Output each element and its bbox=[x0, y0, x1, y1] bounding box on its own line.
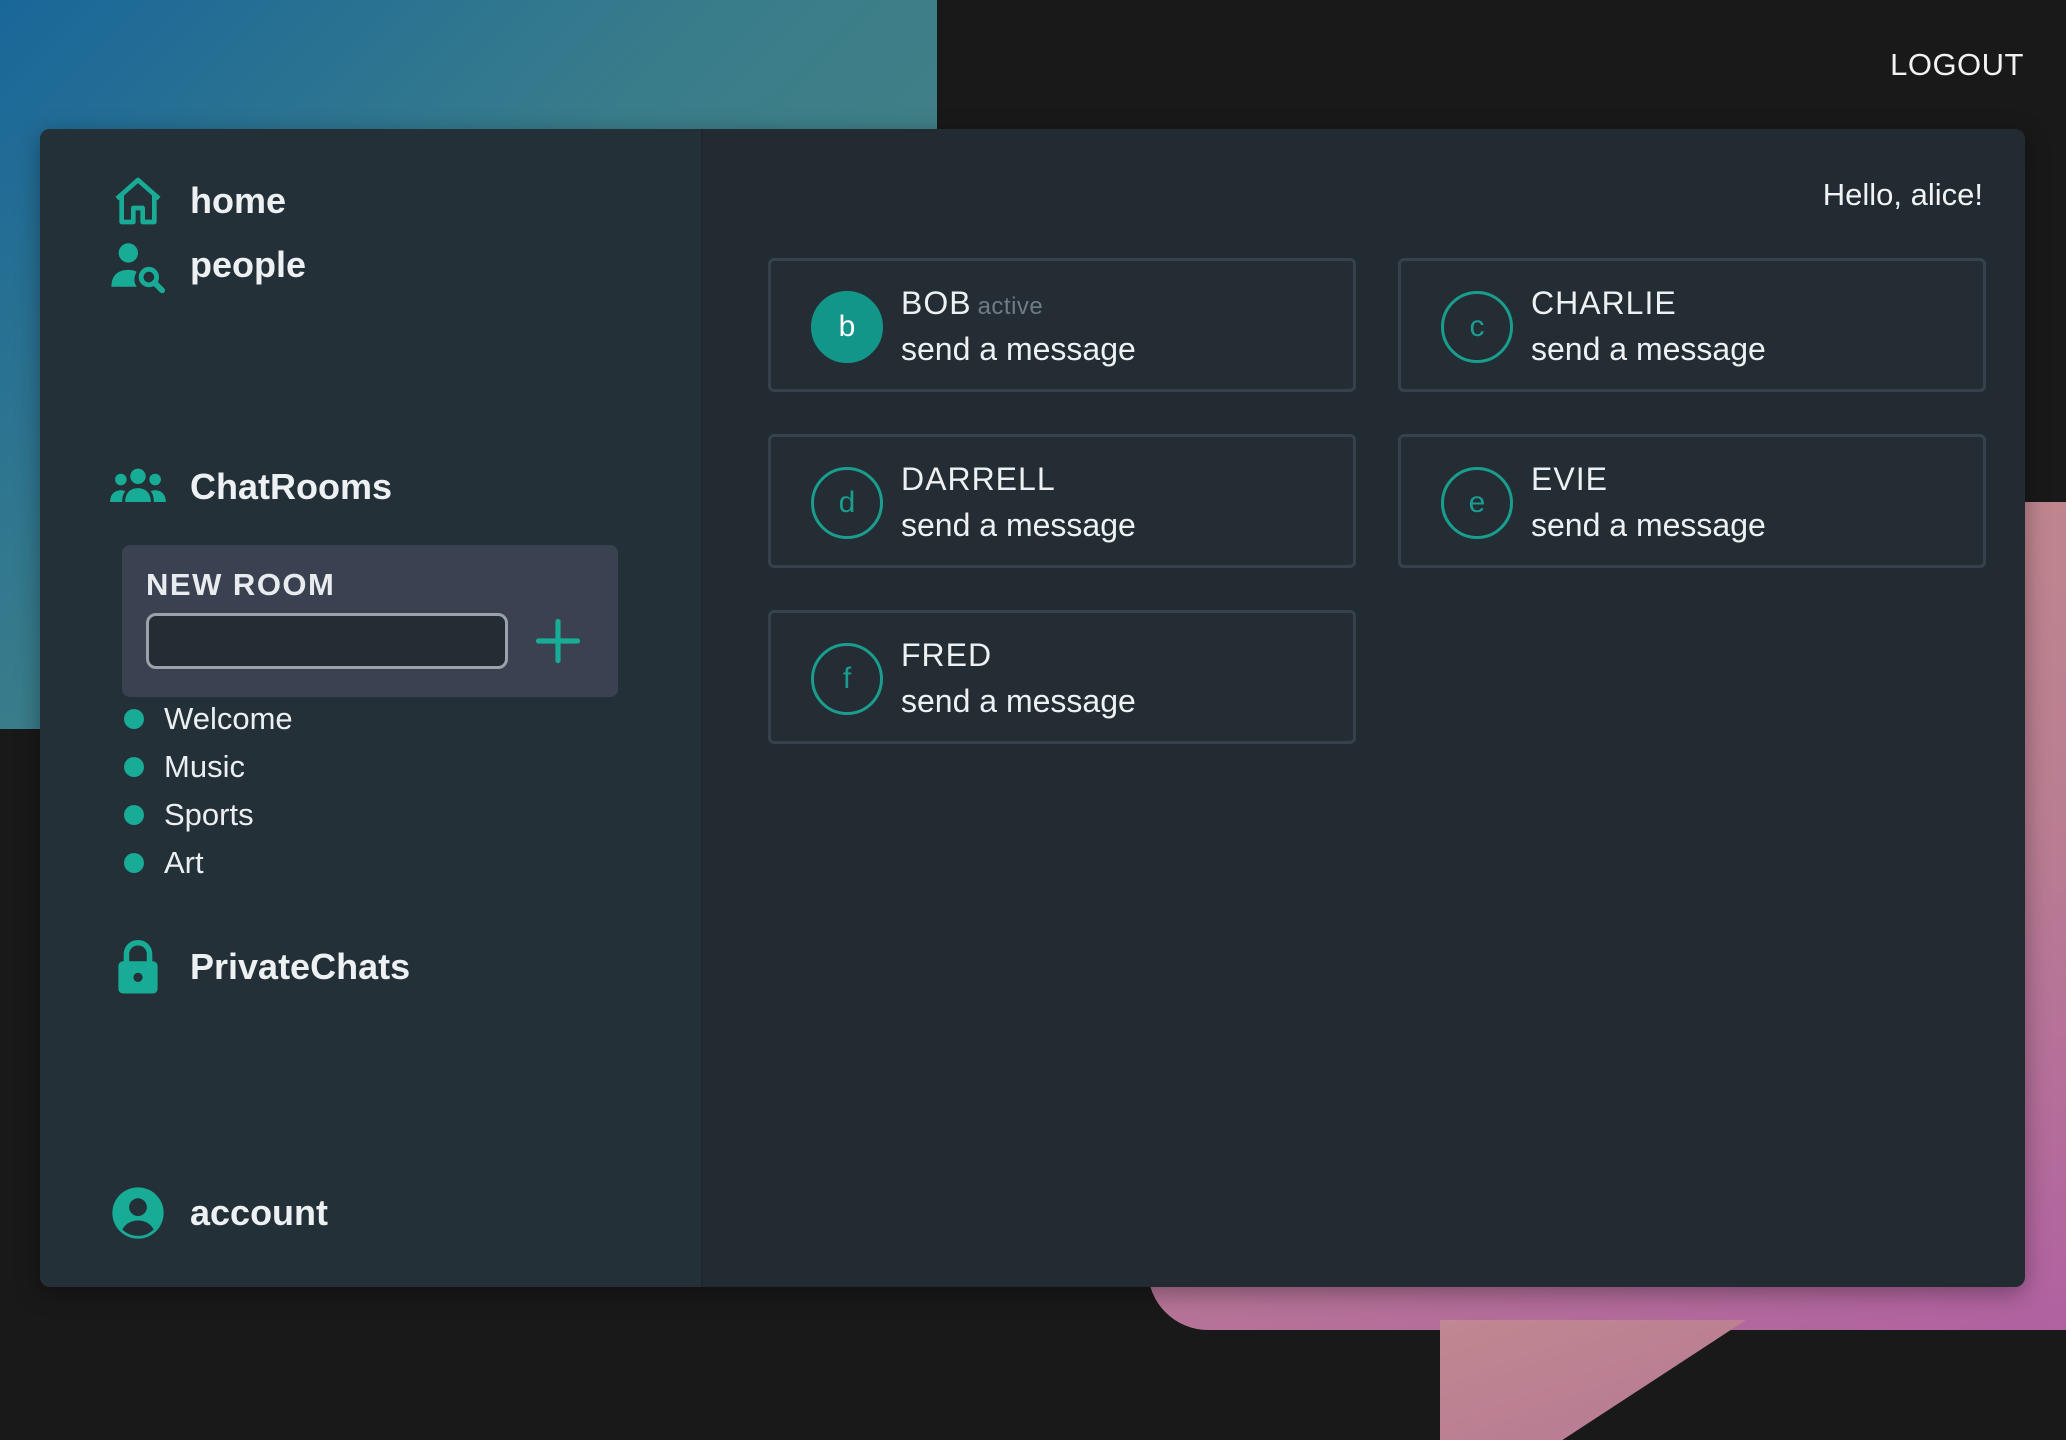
room-item-art[interactable]: Art bbox=[122, 839, 293, 887]
user-card-darrell[interactable]: d DARRELL send a message bbox=[768, 434, 1356, 568]
new-room-panel: NEW ROOM bbox=[122, 545, 618, 697]
send-message-link[interactable]: send a message bbox=[901, 683, 1136, 720]
send-message-link[interactable]: send a message bbox=[901, 507, 1136, 544]
user-status-badge: active bbox=[977, 293, 1044, 320]
room-label: Art bbox=[164, 845, 204, 880]
user-name: CHARLIE bbox=[1531, 285, 1677, 321]
room-item-music[interactable]: Music bbox=[122, 743, 293, 791]
plus-icon bbox=[535, 618, 581, 664]
nav-home-label: home bbox=[190, 180, 287, 221]
nav-people[interactable]: people bbox=[108, 235, 306, 295]
greeting-text: Hello, alice! bbox=[1822, 177, 1983, 212]
user-grid: b BOB active send a message c CHARLIE sen… bbox=[768, 258, 1986, 744]
user-avatar: e bbox=[1441, 467, 1513, 539]
send-message-link[interactable]: send a message bbox=[901, 331, 1136, 368]
room-dot-icon bbox=[124, 805, 144, 825]
room-dot-icon bbox=[124, 709, 144, 729]
user-card-charlie[interactable]: c CHARLIE send a message bbox=[1398, 258, 1986, 392]
room-dot-icon bbox=[124, 757, 144, 777]
user-card-bob[interactable]: b BOB active send a message bbox=[768, 258, 1356, 392]
nav-home[interactable]: home bbox=[108, 171, 286, 231]
user-name-row: DARRELL bbox=[901, 461, 1056, 498]
user-name: BOB bbox=[901, 285, 972, 321]
room-item-welcome[interactable]: Welcome bbox=[122, 695, 293, 743]
nav-people-label: people bbox=[190, 244, 307, 285]
new-room-input[interactable] bbox=[146, 613, 508, 669]
nav-private-chats-label: PrivateChats bbox=[190, 946, 411, 987]
room-dot-icon bbox=[124, 853, 144, 873]
user-avatar: d bbox=[811, 467, 883, 539]
home-icon bbox=[108, 171, 168, 231]
add-room-button[interactable] bbox=[532, 615, 584, 667]
sidebar: home people ChatRooms NEW ROOM Welcome M… bbox=[40, 129, 703, 1287]
people-search-icon bbox=[108, 235, 168, 295]
send-message-link[interactable]: send a message bbox=[1531, 507, 1766, 544]
new-room-title: NEW ROOM bbox=[146, 567, 336, 602]
lock-icon bbox=[108, 937, 168, 997]
user-avatar: f bbox=[811, 643, 883, 715]
nav-private-chats[interactable]: PrivateChats bbox=[108, 937, 410, 997]
user-avatar: b bbox=[811, 291, 883, 363]
app-window: home people ChatRooms NEW ROOM Welcome M… bbox=[40, 129, 2025, 1287]
logout-button[interactable]: LOGOUT bbox=[1890, 47, 2024, 83]
user-avatar: c bbox=[1441, 291, 1513, 363]
room-label: Welcome bbox=[164, 701, 293, 736]
user-name: DARRELL bbox=[901, 461, 1056, 497]
room-list: Welcome Music Sports Art bbox=[122, 695, 293, 887]
user-name-row: BOB active bbox=[901, 285, 1043, 322]
room-item-sports[interactable]: Sports bbox=[122, 791, 293, 839]
user-name-row: EVIE bbox=[1531, 461, 1608, 498]
user-card-evie[interactable]: e EVIE send a message bbox=[1398, 434, 1986, 568]
room-label: Music bbox=[164, 749, 245, 784]
nav-account[interactable]: account bbox=[108, 1183, 328, 1243]
room-label: Sports bbox=[164, 797, 254, 832]
main-content: Hello, alice! b BOB active send a message… bbox=[703, 129, 2025, 1287]
background-pink-tail bbox=[1440, 1320, 1746, 1440]
nav-account-label: account bbox=[190, 1192, 329, 1233]
send-message-link[interactable]: send a message bbox=[1531, 331, 1766, 368]
nav-chatrooms[interactable]: ChatRooms bbox=[108, 457, 392, 517]
account-circle-icon bbox=[108, 1183, 168, 1243]
user-name: FRED bbox=[901, 637, 993, 673]
user-name-row: FRED bbox=[901, 637, 992, 674]
user-name-row: CHARLIE bbox=[1531, 285, 1677, 322]
group-icon bbox=[108, 457, 168, 517]
user-card-fred[interactable]: f FRED send a message bbox=[768, 610, 1356, 744]
user-name: EVIE bbox=[1531, 461, 1608, 497]
nav-chatrooms-label: ChatRooms bbox=[190, 466, 393, 507]
